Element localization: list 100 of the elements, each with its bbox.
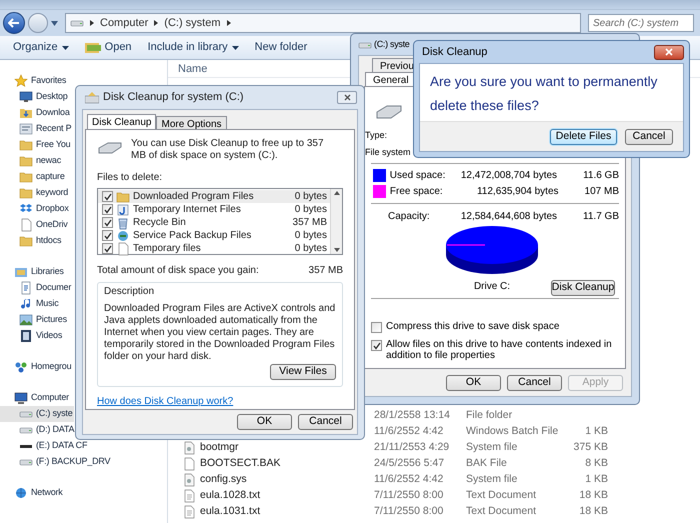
file-name: Temporary Internet Files bbox=[133, 203, 241, 217]
file-row[interactable]: Temporary files 0 bytes bbox=[98, 242, 330, 255]
close-icon bbox=[665, 48, 673, 56]
space-label: Free space: bbox=[390, 184, 444, 198]
view-files-button[interactable]: View Files bbox=[270, 364, 336, 380]
nav-item[interactable]: Pictures bbox=[0, 312, 67, 328]
checkbox[interactable] bbox=[102, 191, 113, 202]
checkbox[interactable] bbox=[371, 340, 382, 351]
file-name[interactable]: bootmgr bbox=[200, 440, 239, 456]
file-row[interactable]: Service Pack Backup Files 0 bytes bbox=[98, 229, 330, 242]
folder-icon bbox=[19, 154, 33, 168]
file-name: Service Pack Backup Files bbox=[133, 229, 252, 243]
nav-item[interactable]: capture bbox=[0, 169, 65, 185]
close-button[interactable] bbox=[654, 44, 684, 60]
file-row[interactable]: Recycle Bin 357 MB bbox=[98, 216, 330, 229]
option-label: Compress this drive to save disk space bbox=[386, 321, 560, 332]
space-size: 11.6 GB bbox=[583, 168, 620, 182]
file-date: 11/6/2552 4:42 bbox=[374, 472, 444, 488]
toolbar-button[interactable]: Include in library bbox=[140, 38, 246, 58]
file-size: 0 bytes bbox=[294, 203, 327, 217]
disk-cleanup-button[interactable]: Disk Cleanup bbox=[551, 280, 615, 296]
nav-item[interactable]: Downloa bbox=[0, 105, 70, 121]
nav-item[interactable]: Homegrou bbox=[0, 359, 72, 375]
tab[interactable]: More Options bbox=[156, 116, 227, 129]
file-type: System file bbox=[466, 440, 518, 456]
nav-item[interactable]: Music bbox=[0, 296, 59, 312]
total-label: Total amount of disk space you gain: bbox=[97, 264, 259, 278]
dialog-button[interactable]: Cancel bbox=[298, 414, 353, 430]
recycle-bin-icon bbox=[116, 216, 130, 230]
file-date: 21/11/2553 4:29 bbox=[374, 440, 450, 456]
nav-item[interactable]: Recent P bbox=[0, 121, 72, 137]
nav-item[interactable]: Desktop bbox=[0, 89, 68, 105]
file-date: 11/6/2552 4:42 bbox=[374, 424, 444, 440]
pictures-icon bbox=[19, 313, 33, 327]
folder-icon bbox=[19, 170, 33, 184]
checkbox[interactable] bbox=[102, 204, 113, 215]
toolbar-button[interactable]: Organize bbox=[6, 38, 76, 58]
file-name[interactable]: BOOTSECT.BAK bbox=[200, 456, 281, 472]
file-size: 0 bytes bbox=[294, 190, 327, 204]
dialog-button[interactable]: Delete Files bbox=[550, 128, 617, 144]
file-type: System file bbox=[466, 472, 518, 488]
nav-item[interactable]: keyword bbox=[0, 185, 68, 201]
dropdown-arrow-icon[interactable] bbox=[51, 20, 58, 26]
nav-item[interactable]: Videos bbox=[0, 328, 62, 344]
nav-item[interactable]: Favorites bbox=[0, 73, 66, 89]
breadcrumb-item[interactable]: (C:) system bbox=[164, 14, 221, 32]
dropdown-arrow-icon bbox=[62, 46, 69, 50]
nav-item[interactable]: Dropbox bbox=[0, 201, 69, 217]
dialog-button[interactable]: Cancel bbox=[507, 374, 562, 390]
scroll-up-icon[interactable] bbox=[334, 191, 340, 195]
nav-item[interactable]: Free You bbox=[0, 137, 70, 153]
computer-icon bbox=[14, 391, 28, 405]
checkbox[interactable] bbox=[371, 322, 382, 333]
file-row[interactable]: Downloaded Program Files 0 bytes bbox=[98, 190, 330, 203]
search-field[interactable]: Search (C:) system bbox=[588, 14, 694, 32]
back-button[interactable] bbox=[3, 12, 25, 34]
checkbox[interactable] bbox=[102, 217, 113, 228]
folder-icon bbox=[116, 190, 130, 204]
nav-item[interactable]: (C:) syste bbox=[0, 406, 74, 422]
scrollbar[interactable] bbox=[330, 189, 342, 254]
file-name[interactable]: eula.1028.txt bbox=[200, 488, 260, 504]
window-title: Disk Cleanup for system (C:) bbox=[103, 90, 244, 106]
nav-item[interactable]: Documer bbox=[0, 280, 72, 296]
drive-icon bbox=[97, 141, 123, 155]
file-size: 357 MB bbox=[292, 216, 327, 230]
dialog-button[interactable]: OK bbox=[446, 374, 501, 390]
checkbox[interactable] bbox=[102, 243, 113, 254]
dialog-button[interactable]: Cancel bbox=[625, 128, 673, 144]
toolbar-button[interactable]: New folder bbox=[248, 38, 314, 58]
column-header[interactable]: Name bbox=[168, 59, 208, 78]
scroll-down-icon[interactable] bbox=[334, 248, 340, 252]
drive-icon bbox=[375, 104, 403, 120]
toolbar-button[interactable]: Open bbox=[78, 38, 139, 58]
dialog-button[interactable]: OK bbox=[237, 414, 292, 430]
address-bar[interactable]: Computer (C:) system bbox=[65, 13, 581, 33]
description-label: Description bbox=[104, 285, 156, 299]
nav-item[interactable]: (F:) BACKUP_DRV bbox=[0, 454, 110, 470]
checkbox[interactable] bbox=[102, 230, 113, 241]
nav-item[interactable]: Network bbox=[0, 485, 63, 501]
nav-item[interactable]: Computer bbox=[0, 390, 69, 406]
file-name[interactable]: eula.1031.txt bbox=[200, 504, 260, 520]
file-size: 0 bytes bbox=[294, 229, 327, 243]
close-button[interactable] bbox=[337, 91, 357, 104]
nav-item[interactable]: Libraries bbox=[0, 264, 64, 280]
help-link[interactable]: How does Disk Cleanup work? bbox=[97, 394, 234, 409]
nav-item[interactable]: (D:) DATA bbox=[0, 422, 74, 438]
network-icon bbox=[14, 486, 28, 500]
tab[interactable]: Disk Cleanup bbox=[87, 114, 156, 129]
file-type: Windows Batch File bbox=[466, 424, 560, 440]
desktop-icon bbox=[19, 90, 33, 104]
nav-item[interactable]: newac bbox=[0, 153, 62, 169]
folder-icon bbox=[19, 186, 33, 200]
file-row[interactable]: Temporary Internet Files 0 bytes bbox=[98, 203, 330, 216]
file-name[interactable]: config.sys bbox=[200, 472, 247, 488]
nav-item[interactable]: (E:) DATA CF bbox=[0, 438, 88, 454]
breadcrumb-item[interactable]: Computer bbox=[100, 14, 148, 32]
chevron-icon bbox=[226, 20, 231, 26]
nav-item[interactable]: htdocs bbox=[0, 233, 62, 249]
nav-item[interactable]: OneDriv bbox=[0, 217, 68, 233]
dropdown-arrow-icon bbox=[232, 46, 239, 50]
